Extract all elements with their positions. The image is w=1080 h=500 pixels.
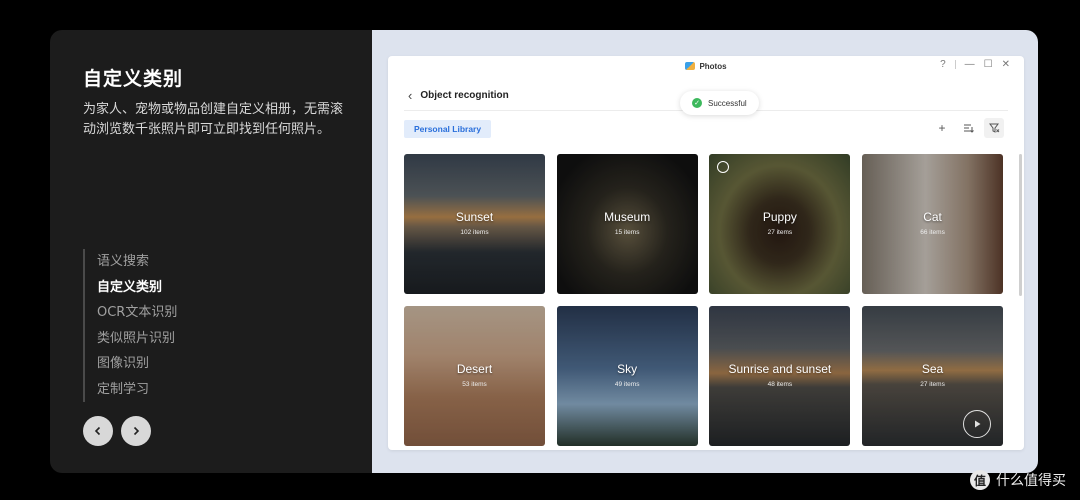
album-count: 15 items xyxy=(614,229,640,236)
photos-app-window: Photos ? — ☐ ✕ ‹ Object recognition ✓ Su… xyxy=(388,56,1024,450)
minimize-icon[interactable]: — xyxy=(965,59,975,70)
album-name: Desert xyxy=(456,362,493,376)
filter-button[interactable] xyxy=(984,118,1004,138)
album-name: Sunrise and sunset xyxy=(728,362,832,376)
carousel-nav xyxy=(83,416,151,446)
album-name: Cat xyxy=(923,210,942,224)
feature-description: 为家人、宠物或物品创建自定义相册，无需滚动浏览数千张照片即可立即找到任何照片。 xyxy=(83,102,344,137)
page-header: ‹ Object recognition xyxy=(408,88,509,103)
maximize-icon[interactable]: ☐ xyxy=(984,59,993,70)
album-tile-cat[interactable]: Cat 66 items xyxy=(862,154,1004,294)
titlebar: Photos ? — ☐ ✕ xyxy=(388,56,1024,76)
add-button[interactable]: + xyxy=(932,118,952,138)
tile-overlay xyxy=(862,154,1004,294)
album-count: 27 items xyxy=(920,381,945,388)
album-name: Puppy xyxy=(762,210,797,224)
feature-list: 语义搜索 自定义类别 OCR文本识别 类似照片识别 图像识别 定制学习 xyxy=(83,249,177,402)
tile-overlay xyxy=(709,306,851,446)
close-icon[interactable]: ✕ xyxy=(1002,59,1010,70)
app-title: Photos xyxy=(685,61,727,71)
album-count: 53 items xyxy=(462,381,487,388)
album-name: Sea xyxy=(921,362,944,376)
library-selector[interactable]: Personal Library xyxy=(404,120,492,138)
album-tile-sunset[interactable]: Sunset 102 items xyxy=(404,154,545,294)
feature-item-semantic-search[interactable]: 语义搜索 xyxy=(97,249,177,275)
tile-overlay xyxy=(556,154,698,294)
tile-overlay xyxy=(709,154,851,294)
album-tile-desert[interactable]: Desert 53 items xyxy=(404,306,545,446)
watermark-text: 什么值得买 xyxy=(996,473,1066,489)
watermark: 值 什么值得买 xyxy=(970,470,1066,490)
feature-title: 自定义类别 xyxy=(83,68,184,90)
feature-item-similar-photos[interactable]: 类似照片识别 xyxy=(97,326,177,352)
toast-text: Successful xyxy=(708,98,747,108)
feature-card: 自定义类别 为家人、宠物或物品创建自定义相册，无需滚动浏览数千张照片即可立即找到… xyxy=(50,30,1038,473)
watermark-logo: 值 xyxy=(970,470,990,490)
play-button[interactable] xyxy=(963,410,992,438)
chevron-right-icon xyxy=(133,426,140,436)
toolbar: + xyxy=(932,118,1004,138)
sort-button[interactable] xyxy=(958,118,978,138)
app-title-text: Photos xyxy=(699,61,727,71)
album-grid: Sunset 102 items Museum 15 items Puppy 2… xyxy=(404,154,1004,446)
check-circle-icon: ✓ xyxy=(692,98,702,108)
album-name: Sunset xyxy=(455,210,494,224)
album-count: 49 items xyxy=(614,381,640,388)
success-toast: ✓ Successful xyxy=(680,91,759,115)
album-count: 66 items xyxy=(920,229,945,236)
tile-overlay xyxy=(556,306,698,446)
next-button[interactable] xyxy=(121,416,151,446)
feature-item-ocr[interactable]: OCR文本识别 xyxy=(97,300,177,326)
album-name: Sky xyxy=(617,362,638,376)
filter-icon xyxy=(988,123,999,133)
add-icon: + xyxy=(938,121,946,135)
album-count: 48 items xyxy=(767,381,793,388)
feature-item-custom-learning[interactable]: 定制学习 xyxy=(97,377,177,403)
feature-item-image-recognition[interactable]: 图像识别 xyxy=(97,351,177,377)
photos-app-icon xyxy=(685,62,696,70)
tile-overlay xyxy=(404,154,545,294)
scrollbar[interactable] xyxy=(1019,154,1022,296)
album-tile-sky[interactable]: Sky 49 items xyxy=(556,306,698,446)
album-name: Museum xyxy=(604,210,651,224)
album-tile-museum[interactable]: Museum 15 items xyxy=(556,154,698,294)
help-icon[interactable]: ? xyxy=(940,59,946,70)
sort-icon xyxy=(963,124,974,133)
album-tile-puppy[interactable]: Puppy 27 items xyxy=(709,154,851,294)
feature-description-panel: 自定义类别 为家人、宠物或物品创建自定义相册，无需滚动浏览数千张照片即可立即找到… xyxy=(50,30,372,473)
window-controls: ? — ☐ ✕ xyxy=(940,59,1010,70)
feature-item-custom-categories[interactable]: 自定义类别 xyxy=(97,275,177,301)
album-count: 102 items xyxy=(460,229,489,236)
screenshot-panel: Photos ? — ☐ ✕ ‹ Object recognition ✓ Su… xyxy=(372,30,1038,473)
prev-button[interactable] xyxy=(83,416,113,446)
page-title: Object recognition xyxy=(420,90,509,101)
album-count: 27 items xyxy=(767,229,793,236)
album-tile-sea[interactable]: Sea 27 items xyxy=(862,306,1004,446)
controls-divider xyxy=(954,60,956,69)
tile-overlay xyxy=(404,306,545,446)
play-icon xyxy=(975,420,981,428)
back-icon[interactable]: ‹ xyxy=(408,88,412,103)
chevron-left-icon xyxy=(94,426,101,436)
album-tile-sunrise-and-sunset[interactable]: Sunrise and sunset 48 items xyxy=(709,306,851,446)
